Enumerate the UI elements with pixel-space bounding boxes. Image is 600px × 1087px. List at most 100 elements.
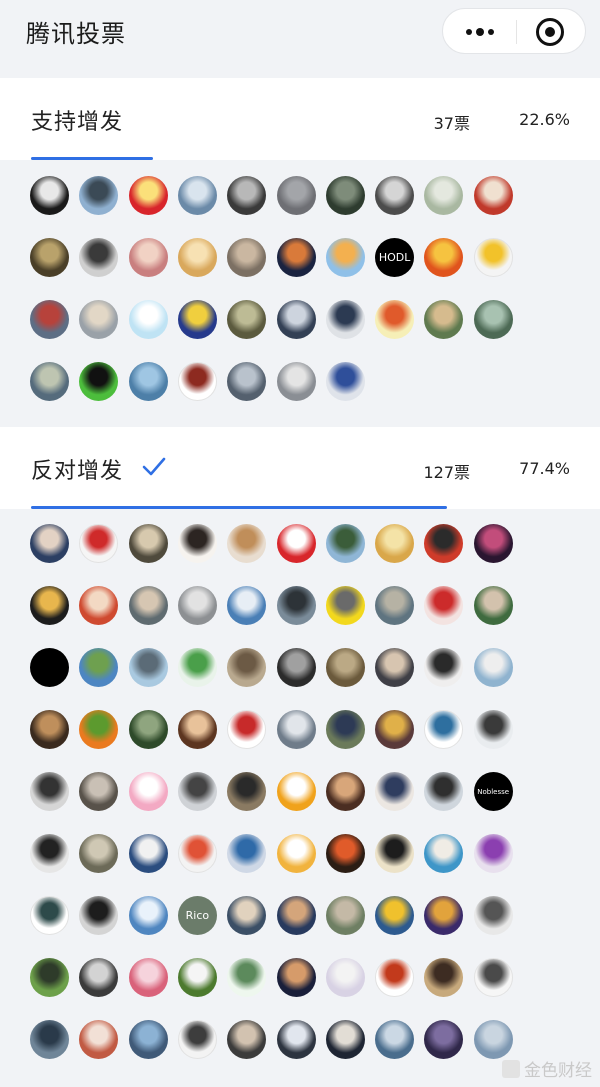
option-label: 反对增发 bbox=[31, 459, 124, 484]
voter-avatar bbox=[79, 362, 119, 401]
voter-avatar bbox=[473, 524, 513, 563]
voter-avatar bbox=[473, 896, 513, 935]
voter-avatar bbox=[424, 586, 464, 625]
voter-avatar bbox=[424, 772, 464, 811]
voter-avatar bbox=[276, 834, 316, 873]
voter-avatar bbox=[128, 300, 168, 339]
voter-avatar: Noblesse bbox=[473, 772, 513, 811]
voter-avatar bbox=[325, 300, 365, 339]
vote-progress-bar bbox=[31, 506, 447, 509]
voter-avatar bbox=[79, 648, 119, 687]
more-dots-icon[interactable] bbox=[461, 9, 499, 55]
voter-avatar bbox=[177, 710, 217, 749]
voter-avatar bbox=[30, 524, 69, 563]
voter-avatar bbox=[177, 1020, 217, 1059]
voter-avatar bbox=[30, 710, 69, 749]
voter-avatar bbox=[473, 586, 513, 625]
voter-avatar bbox=[30, 1020, 69, 1059]
voter-avatar bbox=[227, 958, 267, 997]
watermark: 金色财经 bbox=[502, 1056, 592, 1081]
voter-avatar bbox=[325, 958, 365, 997]
avatar-text: Rico bbox=[185, 909, 210, 922]
voter-avatar bbox=[128, 772, 168, 811]
voter-avatar bbox=[473, 648, 513, 687]
voter-avatar bbox=[79, 176, 119, 215]
voter-avatar bbox=[276, 524, 316, 563]
voter-avatar bbox=[276, 710, 316, 749]
voter-avatar bbox=[325, 648, 365, 687]
option-header-support[interactable]: 支持增发 37票 22.6% bbox=[0, 78, 600, 160]
option-header-oppose[interactable]: 反对增发 127票 77.4% bbox=[0, 427, 600, 509]
avatar-text: Noblesse bbox=[477, 787, 510, 796]
voter-avatar bbox=[227, 648, 267, 687]
voter-avatar bbox=[177, 772, 217, 811]
voter-avatar bbox=[30, 648, 69, 687]
nav-bar: 腾讯投票 bbox=[0, 0, 600, 78]
voter-avatar bbox=[375, 1020, 415, 1059]
voter-avatar bbox=[276, 1020, 316, 1059]
voter-avatar bbox=[30, 772, 69, 811]
voter-avatar bbox=[227, 176, 267, 215]
voter-avatar bbox=[177, 648, 217, 687]
voter-avatar bbox=[375, 176, 415, 215]
voter-avatar bbox=[227, 710, 267, 749]
voter-avatar bbox=[325, 176, 365, 215]
voter-avatar bbox=[227, 834, 267, 873]
voter-avatar bbox=[128, 834, 168, 873]
voter-avatar bbox=[177, 834, 217, 873]
option-label: 支持增发 bbox=[31, 110, 124, 135]
voter-avatar bbox=[325, 1020, 365, 1059]
voter-avatar bbox=[128, 176, 168, 215]
voter-avatar bbox=[375, 648, 415, 687]
voter-avatar bbox=[375, 710, 415, 749]
voter-avatar bbox=[177, 362, 217, 401]
voter-avatar bbox=[375, 896, 415, 935]
voter-avatar bbox=[276, 362, 316, 401]
voter-avatar: Rico bbox=[177, 896, 217, 935]
voter-avatar bbox=[30, 896, 69, 935]
voter-avatar bbox=[424, 958, 464, 997]
voter-avatar bbox=[473, 1020, 513, 1059]
voter-avatar bbox=[375, 524, 415, 563]
voter-avatar bbox=[30, 176, 69, 215]
voter-avatar bbox=[424, 834, 464, 873]
voter-avatar bbox=[79, 586, 119, 625]
voter-avatar bbox=[325, 238, 365, 277]
option-votes: 37票 bbox=[433, 114, 470, 133]
voter-avatar bbox=[30, 586, 69, 625]
voter-avatar bbox=[375, 586, 415, 625]
voter-avatar bbox=[473, 710, 513, 749]
voter-avatar bbox=[128, 896, 168, 935]
voter-avatar bbox=[325, 586, 365, 625]
voter-avatar bbox=[375, 834, 415, 873]
voter-avatar bbox=[128, 1020, 168, 1059]
voter-avatar bbox=[375, 958, 415, 997]
voter-avatar bbox=[227, 524, 267, 563]
vote-progress-bar bbox=[31, 157, 153, 160]
voter-avatar bbox=[424, 176, 464, 215]
voter-avatar bbox=[79, 834, 119, 873]
app-title: 腾讯投票 bbox=[26, 20, 126, 48]
voter-avatar bbox=[177, 300, 217, 339]
voter-avatar bbox=[30, 362, 69, 401]
voter-avatar bbox=[473, 300, 513, 339]
voter-avatar bbox=[177, 176, 217, 215]
voter-avatar bbox=[227, 238, 267, 277]
voter-avatar bbox=[177, 524, 217, 563]
voter-avatar bbox=[276, 586, 316, 625]
mini-program-close-icon[interactable] bbox=[536, 18, 564, 46]
avatar-text: HODL bbox=[378, 251, 411, 264]
voter-avatar bbox=[30, 834, 69, 873]
voter-avatar bbox=[128, 238, 168, 277]
voter-avatar bbox=[227, 300, 267, 339]
voter-avatar bbox=[424, 710, 464, 749]
option-percent: 22.6% bbox=[519, 110, 570, 129]
voter-avatar bbox=[424, 238, 464, 277]
voter-avatar bbox=[227, 586, 267, 625]
voter-avatar bbox=[30, 300, 69, 339]
voter-avatar bbox=[79, 1020, 119, 1059]
voter-avatar bbox=[424, 648, 464, 687]
voter-avatar bbox=[424, 524, 464, 563]
voter-avatar bbox=[276, 896, 316, 935]
voter-avatar bbox=[473, 834, 513, 873]
